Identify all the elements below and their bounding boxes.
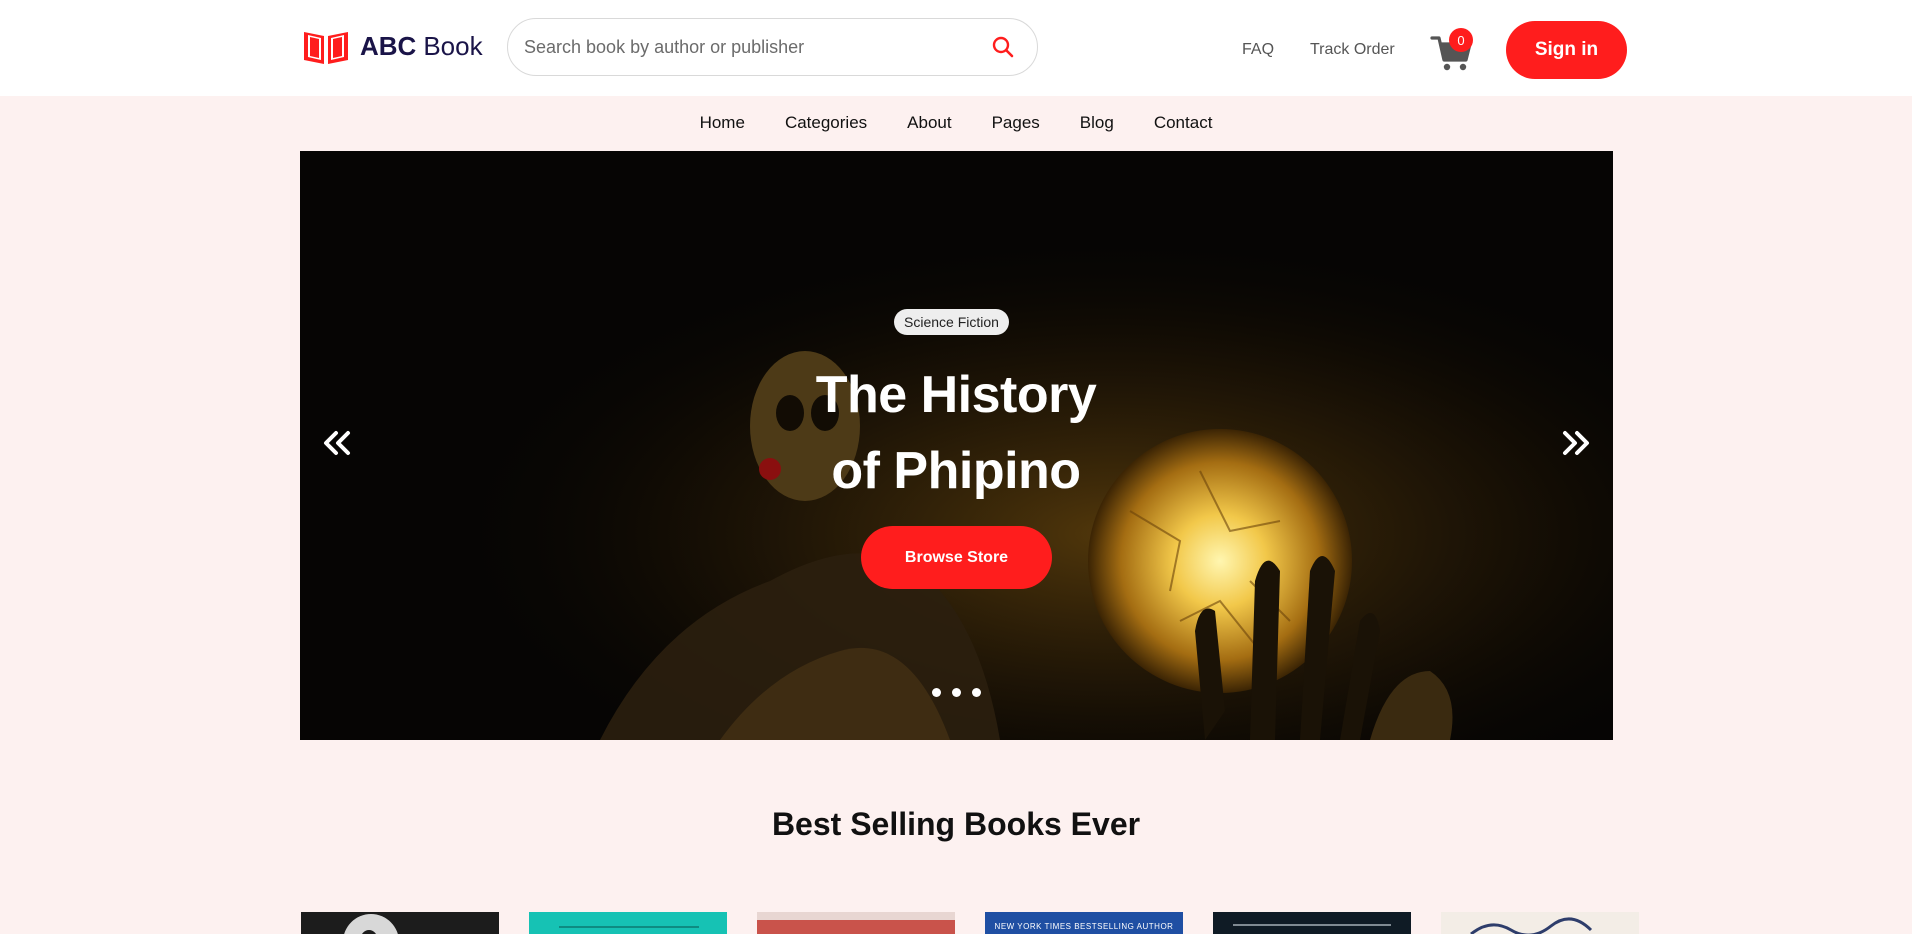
slide-indicators (932, 688, 981, 697)
book-cover (1213, 912, 1411, 934)
nav-item-pages[interactable]: Pages (992, 113, 1040, 133)
nav-item-contact[interactable]: Contact (1154, 113, 1213, 133)
faq-link[interactable]: FAQ (1242, 41, 1274, 59)
search-bar (507, 18, 1038, 76)
brand-name-strong: ABC (360, 30, 417, 61)
book-cover-text: NEW YORK TIMES BESTSELLING AUTHOR (994, 922, 1174, 931)
book-cover (1441, 912, 1639, 934)
book-cover (301, 912, 499, 934)
book-card[interactable]: NEW YORK TIMES BESTSELLING AUTHOR (985, 912, 1183, 934)
nav-item-about[interactable]: About (907, 113, 951, 133)
slide-dot-2[interactable] (952, 688, 961, 697)
hero-title: The History of Phipino (656, 357, 1256, 509)
genre-badge: Science Fiction (894, 309, 1009, 335)
search-input[interactable] (524, 36, 989, 58)
book-card[interactable] (1213, 912, 1411, 934)
book-card[interactable] (301, 912, 499, 934)
sign-in-button[interactable]: Sign in (1506, 21, 1627, 79)
top-bar: ABC Book FAQ Track Order 0 Sign in (0, 0, 1912, 96)
search-icon[interactable] (989, 33, 1017, 61)
brand-logo[interactable]: ABC Book (302, 26, 483, 66)
best-selling-title: Best Selling Books Ever (771, 806, 1141, 842)
hero-title-line-1: The History (815, 366, 1097, 424)
browse-store-button[interactable]: Browse Store (861, 526, 1052, 589)
nav-list: Home Categories About Pages Blog Contact (700, 113, 1213, 133)
brand-name-light: Book (423, 30, 483, 61)
prev-slide-arrow-icon[interactable] (316, 423, 360, 463)
hero-slider: Science Fiction The History of Phipino B… (300, 151, 1613, 740)
nav-item-home[interactable]: Home (700, 113, 745, 133)
slide-dot-3[interactable] (972, 688, 981, 697)
book-cover (757, 912, 955, 934)
nav-item-categories[interactable]: Categories (785, 113, 867, 133)
cart-count-badge: 0 (1449, 28, 1473, 52)
hero-title-line-2: of Phipino (831, 442, 1081, 500)
book-card[interactable] (1441, 912, 1639, 934)
track-order-link[interactable]: Track Order (1310, 41, 1395, 59)
main-nav: Home Categories About Pages Blog Contact (0, 96, 1912, 150)
nav-item-blog[interactable]: Blog (1080, 113, 1114, 133)
book-cover (529, 912, 727, 934)
book-card[interactable] (757, 912, 955, 934)
slide-dot-1[interactable] (932, 688, 941, 697)
next-slide-arrow-icon[interactable] (1553, 423, 1597, 463)
book-card[interactable] (529, 912, 727, 934)
open-book-icon (304, 32, 348, 64)
